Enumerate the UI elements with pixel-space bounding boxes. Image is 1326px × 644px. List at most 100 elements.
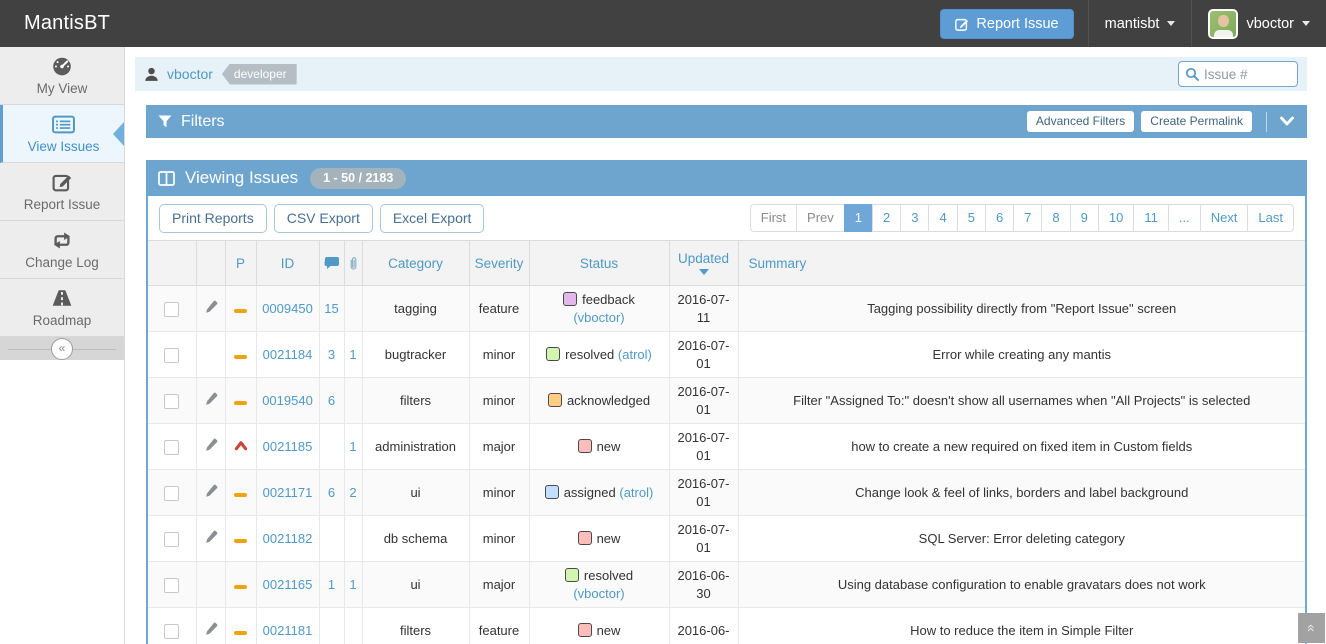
row-checkbox[interactable] xyxy=(164,394,179,409)
cell-severity: minor xyxy=(469,378,529,424)
sidebar-item-change-log[interactable]: Change Log xyxy=(0,221,124,279)
csv-export-button[interactable]: CSV Export xyxy=(274,204,373,233)
page-button-8[interactable]: 8 xyxy=(1041,204,1070,232)
issue-id-link[interactable]: 0021165 xyxy=(263,577,313,592)
project-dropdown[interactable]: mantisbt xyxy=(1088,0,1192,47)
page-button-next[interactable]: Next xyxy=(1200,204,1249,232)
row-checkbox[interactable] xyxy=(164,486,179,501)
page-button-last[interactable]: Last xyxy=(1247,204,1294,232)
excel-export-button[interactable]: Excel Export xyxy=(380,204,485,233)
cell-updated: 2016-07-11 xyxy=(669,286,738,332)
attachment-count-link[interactable]: 1 xyxy=(349,347,356,362)
sidebar-item-my-view[interactable]: My View xyxy=(0,47,124,105)
divider xyxy=(1266,112,1267,132)
updated-date: 2016-07- xyxy=(672,291,736,309)
row-checkbox[interactable] xyxy=(164,302,179,317)
report-issue-button[interactable]: Report Issue xyxy=(940,9,1073,39)
page-button-11[interactable]: 11 xyxy=(1133,204,1169,232)
cell-severity: minor xyxy=(469,516,529,562)
issue-id-link[interactable]: 0021181 xyxy=(263,623,313,638)
notes-count-link[interactable]: 3 xyxy=(328,347,335,362)
sidebar-item-roadmap[interactable]: Roadmap xyxy=(0,279,124,337)
header-severity[interactable]: Severity xyxy=(469,241,529,286)
assignee-link[interactable]: (vboctor) xyxy=(573,586,624,601)
header-id[interactable]: ID xyxy=(256,241,319,286)
assignee-link[interactable]: (atrol) xyxy=(619,485,653,500)
page-button-6[interactable]: 6 xyxy=(985,204,1014,232)
issue-id-link[interactable]: 0021171 xyxy=(263,485,313,500)
edit-pencil-icon[interactable] xyxy=(204,484,218,498)
sidebar-item-report-issue[interactable]: Report Issue xyxy=(0,163,124,221)
row-checkbox[interactable] xyxy=(164,348,179,363)
edit-pencil-icon[interactable] xyxy=(204,622,218,636)
page-button-7[interactable]: 7 xyxy=(1013,204,1042,232)
cell-select xyxy=(148,332,196,378)
advanced-filters-button[interactable]: Advanced Filters xyxy=(1027,111,1134,132)
attachment-count-link[interactable]: 1 xyxy=(349,439,356,454)
notes-count-link[interactable]: 1 xyxy=(328,577,335,592)
header-summary[interactable]: Summary xyxy=(738,241,1305,286)
issue-id-link[interactable]: 0021184 xyxy=(263,347,313,362)
sidebar-collapse-button[interactable]: « xyxy=(51,338,73,360)
page-button-3[interactable]: 3 xyxy=(900,204,929,232)
cell-severity: minor xyxy=(469,332,529,378)
page-button-...[interactable]: ... xyxy=(1168,204,1201,232)
assignee-link[interactable]: (vboctor) xyxy=(573,310,624,325)
header-priority[interactable]: P xyxy=(225,241,256,286)
issue-search-input[interactable] xyxy=(1204,67,1286,82)
row-checkbox[interactable] xyxy=(164,578,179,593)
page-button-5[interactable]: 5 xyxy=(957,204,986,232)
collapse-chevron-icon[interactable] xyxy=(1279,116,1295,127)
cell-attachments xyxy=(344,516,362,562)
sidebar-item-view-issues[interactable]: View Issues xyxy=(0,105,124,163)
cell-priority xyxy=(225,424,256,470)
row-checkbox[interactable] xyxy=(164,624,179,639)
status-label: feedback xyxy=(582,292,635,307)
row-checkbox[interactable] xyxy=(164,532,179,547)
edit-pencil-icon[interactable] xyxy=(204,530,218,544)
print-reports-button[interactable]: Print Reports xyxy=(159,204,267,233)
issue-id-link[interactable]: 0021185 xyxy=(263,439,313,454)
cell-severity: minor xyxy=(469,470,529,516)
attachment-count-link[interactable]: 1 xyxy=(349,577,356,592)
page-button-9[interactable]: 9 xyxy=(1070,204,1099,232)
updated-date: 2016-07- xyxy=(672,383,736,401)
status-label: new xyxy=(597,623,621,638)
create-permalink-button[interactable]: Create Permalink xyxy=(1141,111,1252,132)
issue-id-link[interactable]: 0009450 xyxy=(262,301,313,316)
notes-count-link[interactable]: 6 xyxy=(328,393,335,408)
page-button-1[interactable]: 1 xyxy=(844,204,873,232)
page-button-prev[interactable]: Prev xyxy=(796,204,845,232)
page-button-first[interactable]: First xyxy=(750,204,797,232)
table-row: 002116511uimajorresolved(vboctor)2016-06… xyxy=(148,562,1305,608)
edit-pencil-icon[interactable] xyxy=(204,438,218,452)
scroll-to-top-button[interactable]: « xyxy=(1298,613,1325,643)
header-notes[interactable] xyxy=(319,241,344,286)
page-button-2[interactable]: 2 xyxy=(872,204,901,232)
page-button-10[interactable]: 10 xyxy=(1098,204,1134,232)
header-updated[interactable]: Updated xyxy=(669,241,738,286)
assignee-link[interactable]: (atrol) xyxy=(618,347,652,362)
user-dropdown[interactable]: vboctor xyxy=(1191,0,1326,47)
header-category[interactable]: Category xyxy=(362,241,469,286)
cell-updated: 2016-07-01 xyxy=(669,516,738,562)
notes-count-link[interactable]: 6 xyxy=(328,485,335,500)
cell-status: acknowledged xyxy=(529,378,669,424)
issue-id-link[interactable]: 0021182 xyxy=(263,531,313,546)
issue-id-link[interactable]: 0019540 xyxy=(262,393,313,408)
edit-pencil-icon[interactable] xyxy=(204,392,218,406)
columns-icon xyxy=(158,171,175,186)
attachment-count-link[interactable]: 2 xyxy=(349,485,356,500)
page-button-4[interactable]: 4 xyxy=(928,204,957,232)
username-link[interactable]: vboctor xyxy=(167,66,213,82)
updated-date: 2016-06- xyxy=(672,622,736,640)
header-status[interactable]: Status xyxy=(529,241,669,286)
notes-count-link[interactable]: 15 xyxy=(324,301,338,316)
row-checkbox[interactable] xyxy=(164,440,179,455)
status-label: resolved xyxy=(565,347,614,362)
cell-attachments: 2 xyxy=(344,470,362,516)
edit-pencil-icon[interactable] xyxy=(204,300,218,314)
updated-date: 01 xyxy=(672,493,736,511)
table-row: 00195406filtersminoracknowledged2016-07-… xyxy=(148,378,1305,424)
header-attachments[interactable] xyxy=(344,241,362,286)
